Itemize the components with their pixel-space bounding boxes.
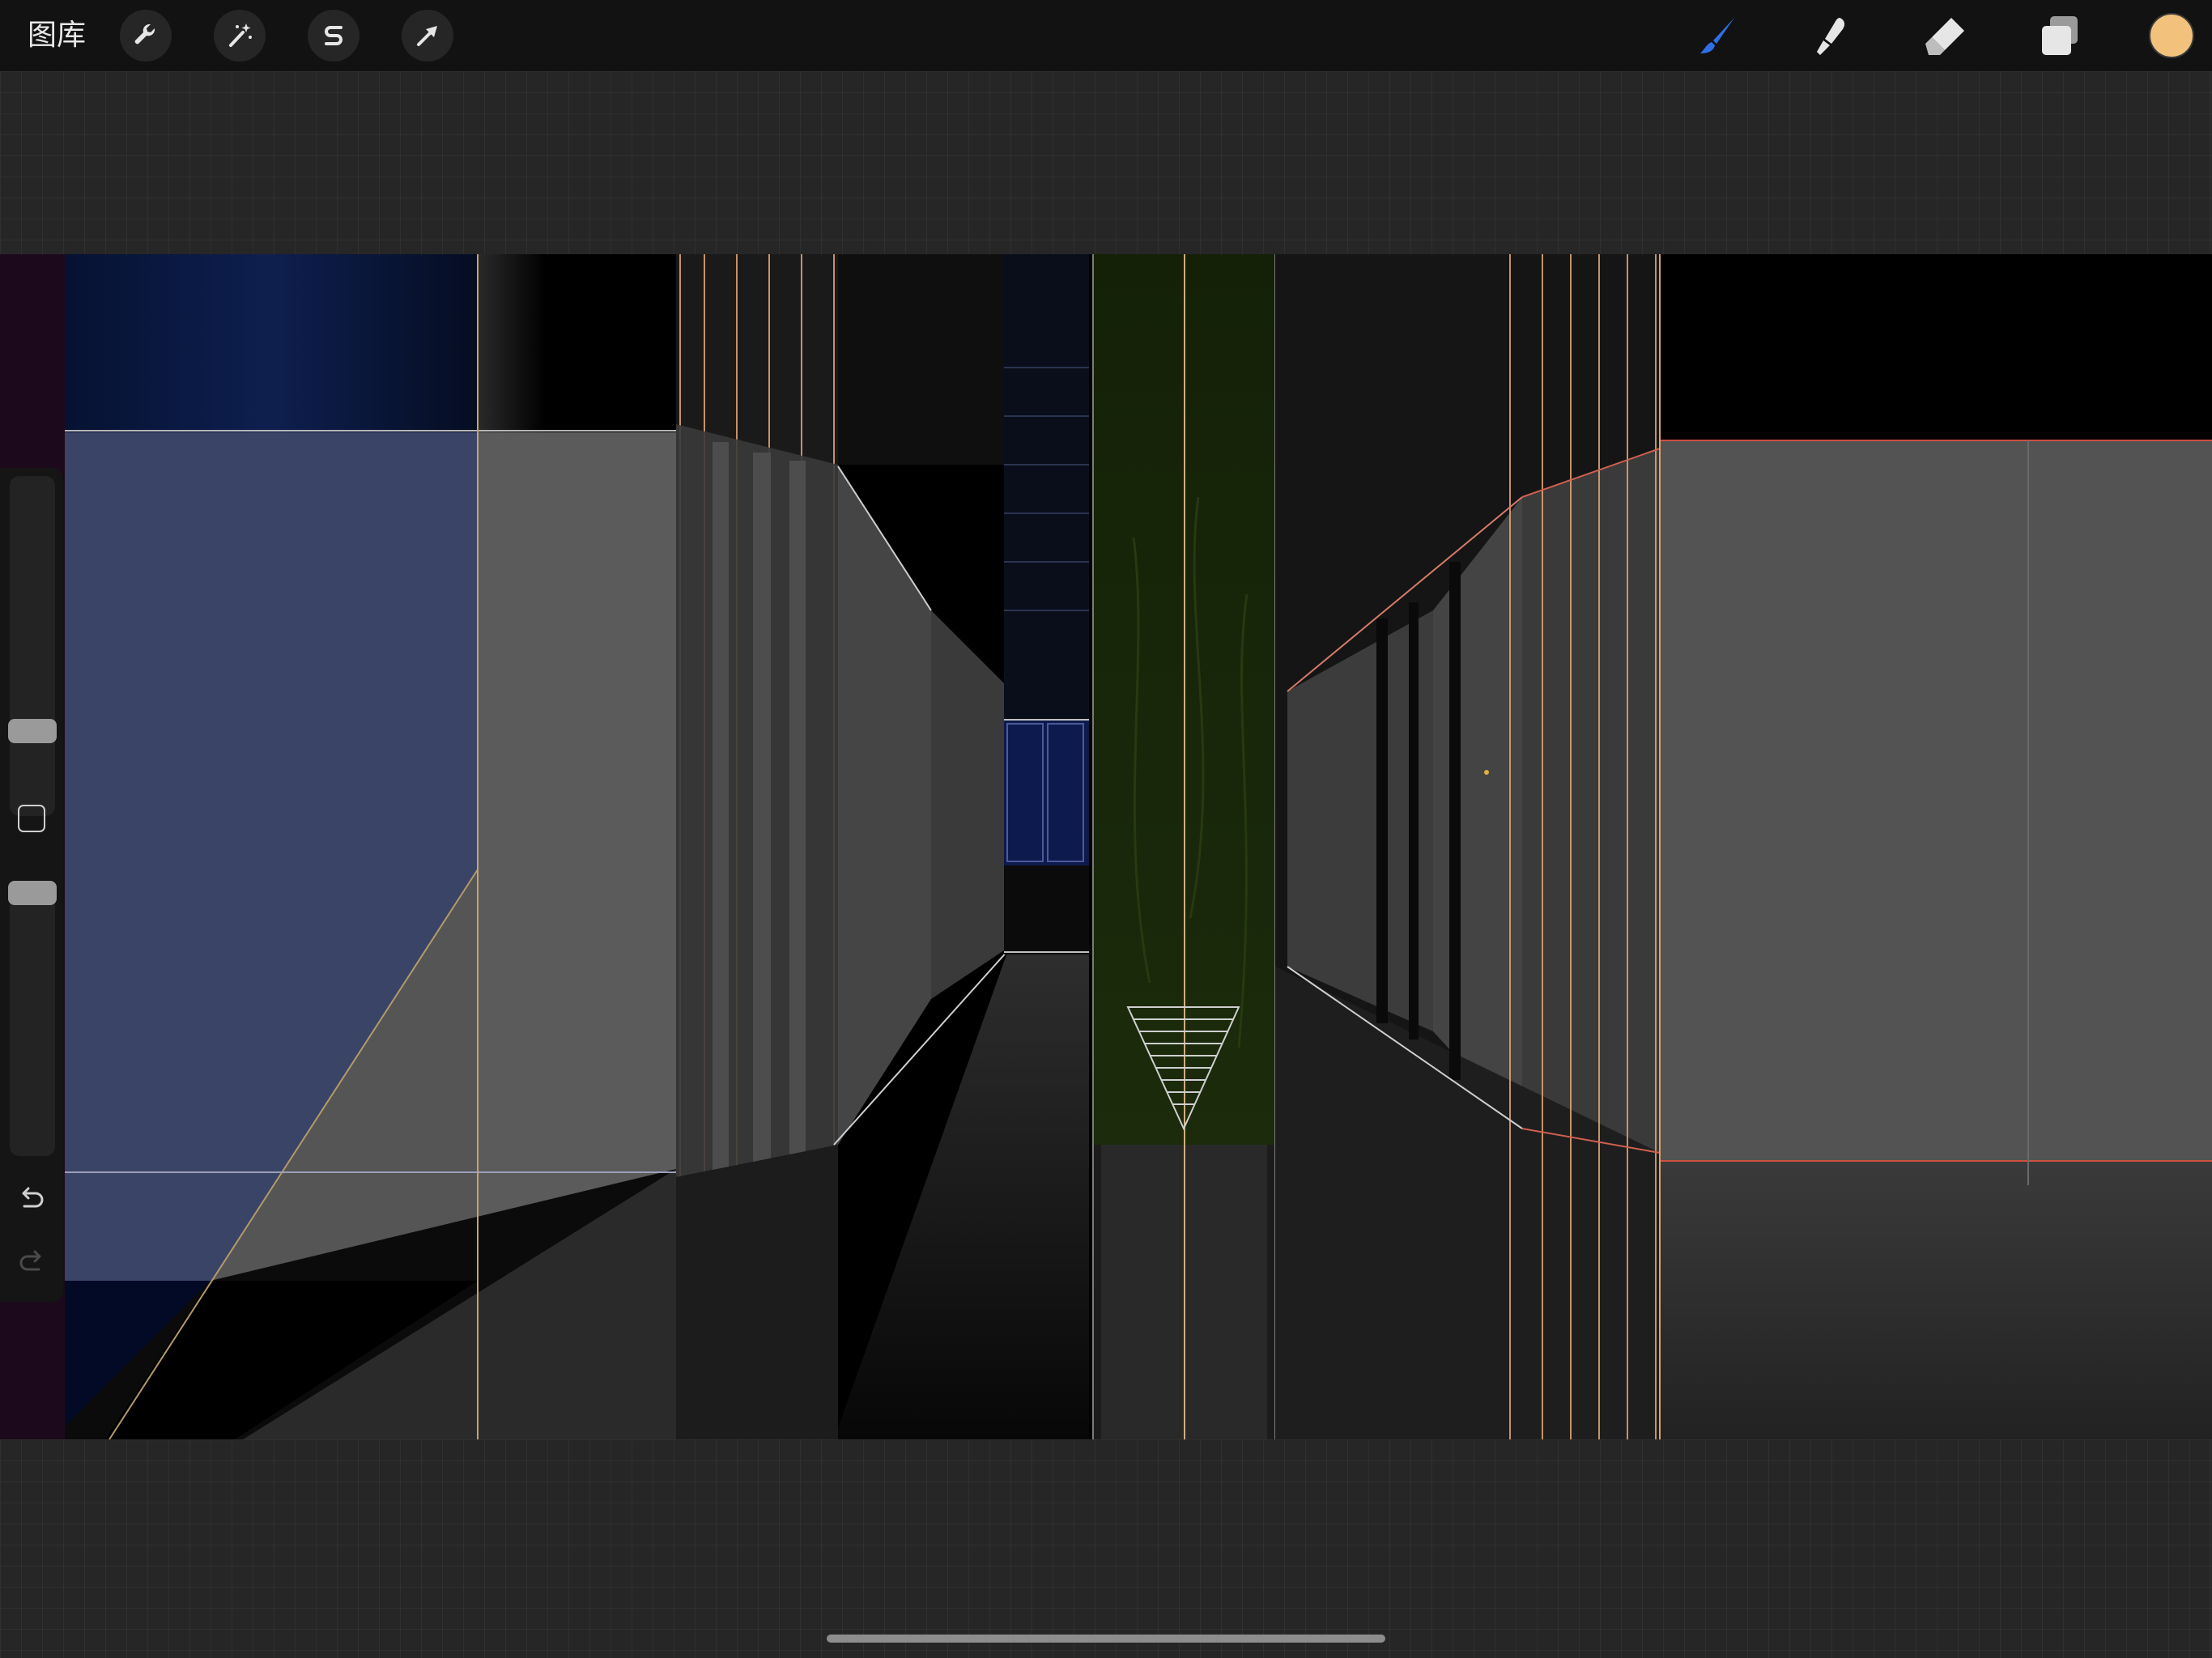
eraser-icon (1925, 18, 1964, 55)
selection-button[interactable] (308, 10, 359, 62)
arrow-cursor-icon (417, 26, 437, 46)
undo-icon[interactable] (15, 1182, 49, 1216)
layers-button[interactable] (2035, 11, 2084, 60)
brush-size-slider[interactable] (8, 476, 57, 816)
artwork (0, 254, 2212, 1439)
layers-icon (2042, 16, 2078, 55)
transform-button[interactable] (402, 10, 453, 62)
color-button[interactable] (2149, 13, 2194, 58)
opacity-slider[interactable] (8, 881, 57, 1156)
redo-icon[interactable] (15, 1245, 49, 1279)
eraser-button[interactable] (1921, 11, 1969, 60)
paint-button[interactable] (1694, 11, 1742, 60)
brush-size-thumb[interactable] (8, 719, 57, 743)
smudge-icon (1817, 18, 1845, 55)
left-sidebar (0, 468, 63, 1302)
home-indicator (827, 1635, 1385, 1643)
smudge-button[interactable] (1807, 11, 1856, 60)
wrench-icon (134, 23, 155, 45)
selection-s-icon (325, 26, 342, 45)
adjustments-button[interactable] (214, 10, 266, 62)
actions-button[interactable] (120, 10, 172, 62)
gallery-button[interactable]: 图库 (28, 16, 86, 55)
top-toolbar: 图库 (0, 0, 2212, 71)
drawing-canvas[interactable] (0, 254, 2212, 1439)
magic-wand-icon (229, 23, 252, 47)
brush-icon (1700, 18, 1734, 53)
opacity-thumb[interactable] (8, 881, 57, 905)
modify-button[interactable] (18, 805, 45, 832)
